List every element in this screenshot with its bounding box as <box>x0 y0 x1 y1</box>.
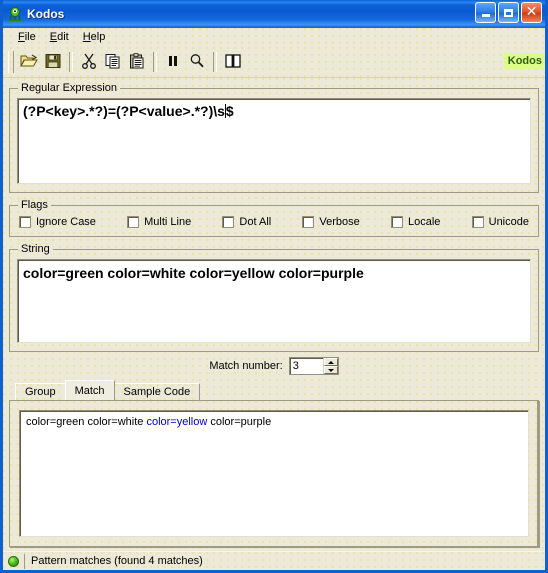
regex-group: Regular Expression (?P<key>.*?)=(?P<valu… <box>9 82 539 193</box>
stepper-buttons <box>322 358 338 374</box>
menu-bar: File Edit Help <box>3 28 545 47</box>
flag-label: Multi Line <box>144 216 192 228</box>
paste-button[interactable] <box>125 50 149 74</box>
tab-label: Group <box>25 386 56 398</box>
checkbox-icon[interactable] <box>127 216 140 228</box>
stepper-up-button[interactable] <box>323 358 338 366</box>
checkbox-icon[interactable] <box>19 216 31 228</box>
checkbox-icon[interactable] <box>302 216 315 228</box>
flag-locale[interactable]: Locale <box>391 216 440 228</box>
flags-group: Flags Ignore Case Multi Line Dot All Ver… <box>9 199 539 237</box>
maximize-icon <box>504 8 513 17</box>
title-bar[interactable]: Kodos ✕ <box>3 0 545 28</box>
tab-strip: Group Match Sample Code <box>9 380 539 400</box>
regex-text-after-caret: $ <box>225 103 234 119</box>
menu-edit-label: dit <box>57 31 69 43</box>
tab-label: Match <box>74 384 105 397</box>
status-bar: Pattern matches (found 4 matches) <box>3 551 545 570</box>
regex-input[interactable]: (?P<key>.*?)=(?P<value>.*?)\s$ <box>17 98 531 184</box>
flag-label: Unicode <box>488 216 529 228</box>
reference-icon <box>225 53 241 71</box>
save-button[interactable] <box>41 50 65 74</box>
string-group-legend: String <box>18 243 53 255</box>
toolbar-separator <box>69 52 73 72</box>
pause-button[interactable] <box>161 50 185 74</box>
flags-group-legend: Flags <box>18 199 51 211</box>
flag-label: Ignore Case <box>36 216 96 228</box>
checkbox-icon[interactable] <box>222 216 235 228</box>
tab-match[interactable]: Match <box>64 380 115 400</box>
flag-dot-all[interactable]: Dot All <box>222 216 271 228</box>
flag-label: Dot All <box>239 216 272 228</box>
kodos-watermark: Kodos <box>503 53 545 69</box>
chevron-up-icon <box>327 360 334 364</box>
cut-icon <box>81 53 97 72</box>
menu-help-label: elp <box>90 31 106 43</box>
string-input[interactable]: color=green color=white color=yellow col… <box>17 259 531 343</box>
open-button[interactable] <box>17 50 41 74</box>
tab-sample-code[interactable]: Sample Code <box>113 383 201 400</box>
main-content: Regular Expression (?P<key>.*?)=(?P<valu… <box>3 78 545 551</box>
close-button[interactable]: ✕ <box>521 2 542 23</box>
match-number-row: Match number: 3 <box>9 352 539 380</box>
checkbox-icon[interactable] <box>391 216 403 228</box>
pause-icon <box>166 54 180 71</box>
regex-group-legend: Regular Expression <box>18 82 120 94</box>
tab-label: Sample Code <box>123 386 191 398</box>
copy-button[interactable] <box>101 50 125 74</box>
toolbar-separator <box>213 52 217 72</box>
match-number-value[interactable]: 3 <box>290 358 323 374</box>
flags-row: Ignore Case Multi Line Dot All Verbose L… <box>17 215 531 228</box>
window-title: Kodos <box>27 7 65 21</box>
minimize-icon <box>481 14 490 17</box>
stepper-down-button[interactable] <box>323 366 338 374</box>
toolbar-grip[interactable] <box>8 51 14 73</box>
flag-label: Locale <box>408 216 441 228</box>
flag-verbose[interactable]: Verbose <box>302 216 360 228</box>
flag-ignore-case[interactable]: Ignore Case <box>19 216 96 228</box>
flag-unicode[interactable]: Unicode <box>471 216 529 228</box>
flag-multi-line[interactable]: Multi Line <box>127 216 191 228</box>
save-icon <box>45 53 61 72</box>
minimize-button[interactable] <box>475 2 496 23</box>
match-results-output[interactable]: color=green color=white color=yellow col… <box>19 410 529 537</box>
kodos-alien-icon <box>7 6 23 22</box>
match-prefix-text: color=green color=white <box>26 416 147 428</box>
tab-group[interactable]: Group <box>15 383 66 400</box>
close-icon: ✕ <box>525 4 538 20</box>
reference-button[interactable] <box>221 50 245 74</box>
copy-icon <box>105 53 121 72</box>
menu-edit[interactable]: Edit <box>43 30 76 45</box>
paste-icon <box>129 52 145 72</box>
green-status-icon <box>8 555 19 567</box>
toolbar-separator <box>153 52 157 72</box>
status-message: Pattern matches (found 4 matches) <box>24 553 543 569</box>
chevron-down-icon <box>327 368 334 372</box>
string-group: String color=green color=white color=yel… <box>9 243 539 352</box>
maximize-button[interactable] <box>498 2 519 23</box>
window-controls: ✕ <box>475 2 542 23</box>
toolbar: Kodos <box>3 47 545 78</box>
results-tabs: Group Match Sample Code color=green colo… <box>9 380 539 551</box>
cut-button[interactable] <box>77 50 101 74</box>
tab-panel: color=green color=white color=yellow col… <box>9 400 539 547</box>
match-number-stepper[interactable]: 3 <box>288 357 339 375</box>
search-icon <box>189 53 205 72</box>
menu-help[interactable]: Help <box>76 30 113 45</box>
application-window: Kodos ✕ File Edit Help Kodos Regular Exp… <box>0 0 548 573</box>
checkbox-icon[interactable] <box>471 216 484 228</box>
match-highlight-text: color=yellow <box>146 416 208 428</box>
match-number-label: Match number: <box>209 360 283 372</box>
regex-text-before-caret: (?P<key>.*?)=(?P<value>.*?)\s <box>23 103 225 119</box>
menu-file-label: ile <box>24 31 36 43</box>
match-suffix-text: color=purple <box>207 416 272 428</box>
menu-file[interactable]: File <box>11 30 43 45</box>
flag-label: Verbose <box>319 216 360 228</box>
open-icon <box>20 53 38 72</box>
search-button[interactable] <box>185 50 209 74</box>
